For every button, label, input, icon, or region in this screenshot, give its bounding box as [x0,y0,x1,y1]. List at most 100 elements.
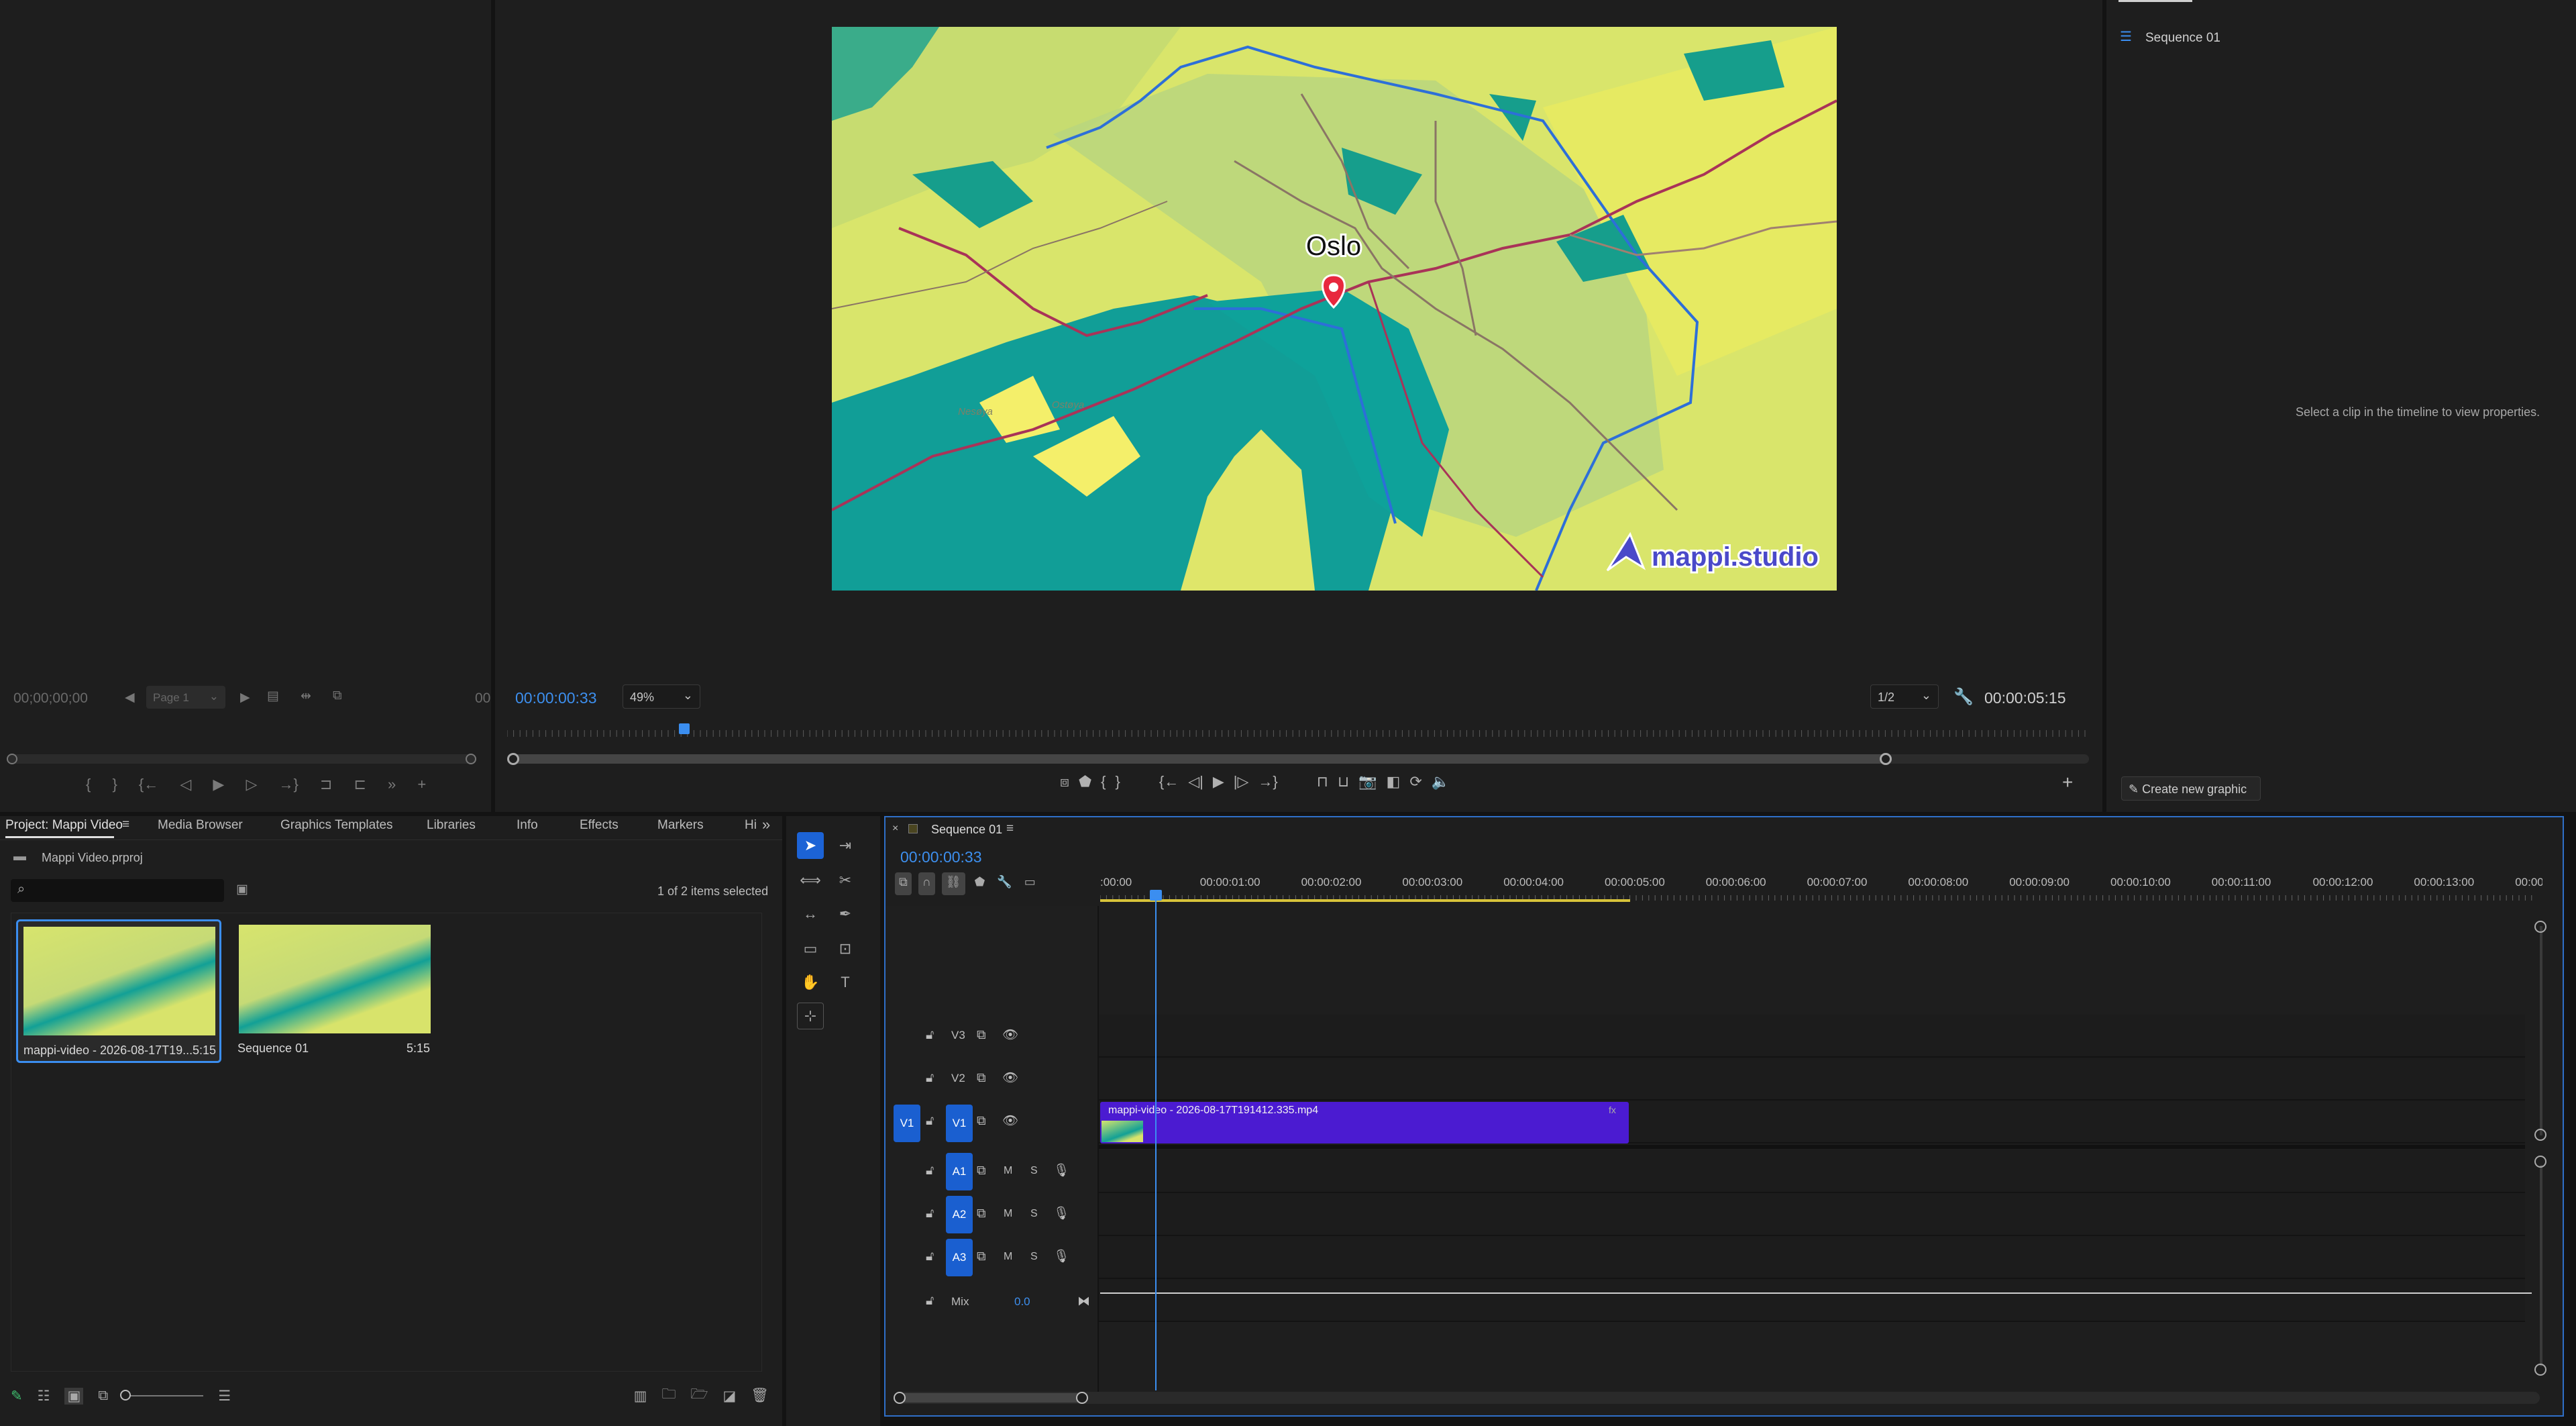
source-patch-v1[interactable]: V1 [894,1105,920,1142]
lock-icon[interactable]: 🔓︎ [926,1164,934,1178]
crop-tool-icon[interactable]: ⊡ [832,935,859,962]
track-lane-a3[interactable] [885,1236,2525,1279]
track-target-a3[interactable]: A3 [946,1239,973,1276]
mute-button[interactable]: M [1004,1251,1012,1263]
vr-icon[interactable]: ⟳ [1409,773,1421,797]
timeline-settings-icon[interactable]: 🔧 [994,872,1014,895]
source-prev-page-icon[interactable]: ◀ [125,690,135,705]
program-quality-select[interactable]: 1/2 ⌄ [1870,684,1939,709]
source-scrollbar[interactable] [8,754,476,764]
source-timecode[interactable]: 00;00;00;00 [13,691,88,707]
eye-icon[interactable]: 👁︎ [1002,1027,1018,1043]
timeline-close-icon[interactable]: × [892,823,898,835]
mark-in-icon[interactable]: { [1101,773,1106,797]
sync-lock-icon[interactable]: ⧉ [977,1164,986,1178]
program-add-button-icon[interactable]: + [2062,772,2073,793]
sync-lock-icon[interactable]: ⧉ [977,1114,986,1129]
properties-sequence-name[interactable]: Sequence 01 [2145,31,2220,46]
step-back-icon[interactable]: ◁| [1188,773,1203,797]
lock-icon[interactable]: 🔓︎ [926,1207,934,1221]
timeline-clip[interactable]: mappi-video - 2026-08-17T191412.335.mp4 … [1100,1102,1629,1143]
tab-project[interactable]: Project: Mappi Video [5,818,123,833]
tab-media-browser[interactable]: Media Browser [158,818,243,833]
tab-markers[interactable]: Markers [657,818,704,833]
track-lane-a1[interactable] [885,1150,2525,1193]
add-marker-icon[interactable]: ⬟ [972,872,988,895]
mix-pan-icon[interactable]: ⧓ [1077,1294,1090,1309]
timeline-timecode[interactable]: 00:00:00:33 [900,848,982,866]
track-lane-mix[interactable] [885,1279,2525,1322]
new-search-bin-icon[interactable]: ▣ [236,882,248,897]
go-to-in-icon[interactable]: {← [1159,773,1179,797]
track-select-tool-icon[interactable]: ⇥ [832,832,859,859]
speaker-icon[interactable]: 🔈 [1432,773,1450,797]
track-lane-v2[interactable] [885,1058,2525,1101]
nest-toggle-icon[interactable]: ⧉ [895,872,912,895]
source-next-page-icon[interactable]: ▶ [240,690,250,705]
eye-icon[interactable]: 👁︎ [1002,1070,1018,1086]
tab-overflow-icon[interactable]: » [762,816,770,833]
scroll-handle[interactable] [1076,1392,1088,1404]
program-zoom-select[interactable]: 49% ⌄ [623,684,700,709]
eye-icon[interactable]: 👁︎ [1002,1113,1018,1129]
trash-icon[interactable]: 🗑 [751,1388,769,1404]
add-marker-icon[interactable]: ⬟ [1079,773,1091,797]
lift-icon[interactable]: ⊓ [1317,773,1328,797]
step-forward-icon[interactable]: |▷ [1234,773,1249,797]
zoom-slider[interactable] [120,1390,204,1400]
track-lane-v3[interactable] [885,1015,2525,1058]
pen-tool-icon[interactable]: ✒ [832,901,859,927]
microphone-icon[interactable]: 🎙︎ [1053,1162,1069,1178]
tab-graphics-templates[interactable]: Graphics Templates [280,818,393,833]
project-item-selected[interactable]: mappi-video - 2026-08-17T19... 5:15 [16,919,221,1063]
source-output-icon[interactable]: ⧉ [333,689,342,703]
automate-sequence-icon[interactable]: ▥ [634,1388,647,1405]
lock-icon[interactable]: 🔓︎ [926,1114,934,1129]
find-icon[interactable]: 🗀 [661,1384,676,1408]
captions-icon[interactable]: ▭ [1022,872,1038,895]
wrench-icon[interactable]: 🔧 [1953,687,1974,707]
solo-button[interactable]: S [1030,1251,1038,1263]
solo-button[interactable]: S [1030,1208,1038,1220]
go-to-out-icon[interactable]: →} [1258,773,1277,797]
work-area-bar[interactable] [1100,899,1630,902]
freeform-view-icon[interactable]: ⧉ [98,1388,108,1404]
linked-selection-icon[interactable]: ⛓ [941,872,965,895]
tab-info[interactable]: Info [517,818,538,833]
source-split-icon[interactable]: ⇹ [301,689,311,704]
timeline-tab-menu-icon[interactable]: ≡ [1006,821,1014,836]
comparison-view-icon[interactable]: ◧ [1387,773,1401,797]
rectangle-tool-icon[interactable]: ▭ [797,935,824,962]
selection-tool-icon[interactable]: ➤ [797,832,824,859]
source-transport-controls[interactable]: { } {← ◁ ▶ ▷ →} ⊐ ⊏ » + [86,776,426,793]
program-timecode[interactable]: 00:00:00:33 [515,689,597,707]
program-scroll-handle-right[interactable] [1880,753,1892,765]
project-item[interactable]: Sequence 01 5:15 [233,919,436,1063]
source-scroll-handle-left[interactable] [7,754,17,764]
scroll-handle[interactable] [2534,1364,2546,1376]
camera-icon[interactable]: 📷 [1358,773,1377,797]
sort-icon[interactable]: ☰ [218,1388,231,1405]
track-target-a2[interactable]: A2 [946,1196,973,1233]
microphone-icon[interactable]: 🎙︎ [1053,1248,1069,1264]
play-icon[interactable]: ▶ [1213,773,1224,797]
program-scroll-handle-left[interactable] [507,753,519,765]
razor-tool-icon[interactable]: ✂ [832,867,859,894]
icon-view-icon[interactable]: ▣ [64,1387,84,1405]
zoom-slider-handle[interactable] [120,1390,131,1400]
extract-icon[interactable]: ⊔ [1338,773,1349,797]
sync-lock-icon[interactable]: ⧉ [977,1071,986,1086]
lock-icon[interactable]: 🔓︎ [926,1294,934,1309]
scroll-handle[interactable] [894,1392,906,1404]
pencil-icon[interactable]: ✎ [11,1388,23,1405]
lock-icon[interactable]: 🔓︎ [926,1250,934,1264]
mix-volume-value[interactable]: 0.0 [1014,1295,1030,1309]
tab-menu-icon[interactable]: ≡ [122,817,129,832]
ripple-edit-tool-icon[interactable]: ⟺ [797,867,824,894]
timeline-scroll-thumb[interactable] [900,1393,1084,1403]
track-target-a1[interactable]: A1 [946,1153,973,1190]
scroll-handle[interactable] [2534,921,2546,933]
clip-fx-badge[interactable]: fx [1609,1105,1616,1115]
source-page-select[interactable]: Page 1 ⌄ [146,686,225,709]
program-playhead[interactable] [679,723,690,734]
